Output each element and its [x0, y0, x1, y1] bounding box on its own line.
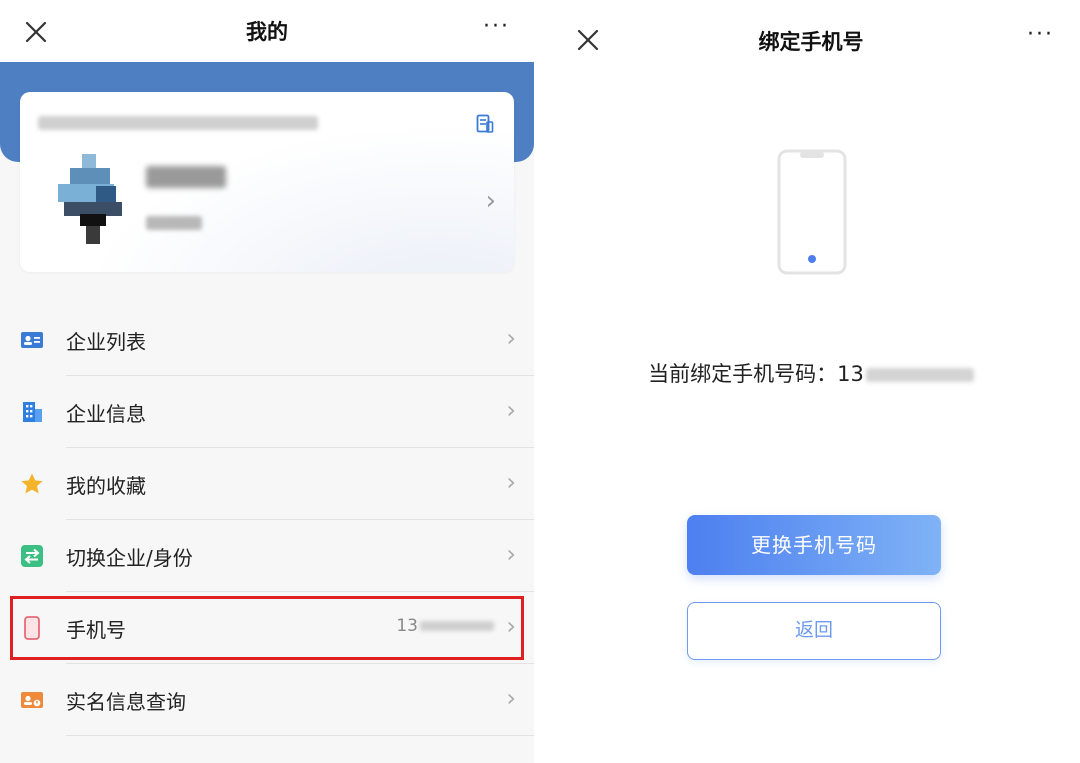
bind-phone-panel: 绑定手机号 ··· 当前绑定手机号码：13 更换手机号码 返回 [542, 0, 1080, 763]
current-phone-text: 当前绑定手机号码：13 [542, 358, 1080, 388]
chevron-right-icon: › [506, 396, 516, 424]
chevron-right-icon: › [506, 540, 516, 568]
star-icon [21, 473, 43, 494]
profile-card[interactable]: › [20, 92, 514, 272]
menu-item-favorites[interactable]: 我的收藏 › [0, 448, 534, 520]
redacted-phone-digits [865, 368, 974, 382]
document-icon[interactable] [476, 114, 494, 134]
back-button[interactable]: 返回 [687, 602, 941, 660]
current-phone-prefix: 13 [837, 362, 864, 386]
menu-item-label: 我的收藏 [66, 474, 146, 498]
chevron-right-icon: › [506, 684, 516, 712]
my-page-panel: 我的 ··· › 企业列表 › 企业信息 › 我的收藏 › 切换企业/身份 › … [0, 0, 534, 763]
building-icon [23, 402, 42, 422]
switch-icon [21, 545, 43, 567]
change-phone-button[interactable]: 更换手机号码 [687, 515, 941, 575]
current-phone-label: 当前绑定手机号码： [648, 362, 838, 386]
chevron-right-icon: › [485, 186, 496, 216]
my-page-topbar: 我的 ··· [0, 0, 534, 62]
menu-item-label: 企业信息 [66, 402, 146, 426]
more-menu-icon[interactable]: ··· [1027, 22, 1054, 47]
highlight-box [10, 596, 524, 660]
menu-item-label: 企业列表 [66, 330, 146, 354]
redacted-user-name [146, 166, 226, 188]
avatar [58, 154, 122, 244]
menu-item-company-list[interactable]: 企业列表 › [0, 304, 534, 376]
bind-phone-topbar: 绑定手机号 ··· [542, 0, 1080, 80]
id-card-icon [21, 692, 43, 708]
menu-item-switch-identity[interactable]: 切换企业/身份 › [0, 520, 534, 592]
page-title: 绑定手机号 [758, 30, 864, 54]
phone-illustration-icon [777, 149, 847, 275]
menu-item-real-name-query[interactable]: 实名信息查询 › [0, 664, 534, 736]
more-menu-icon[interactable]: ··· [483, 14, 510, 39]
page-title: 我的 [246, 20, 288, 44]
chevron-right-icon: › [506, 324, 516, 352]
contact-card-icon [21, 332, 43, 348]
redacted-company-name [38, 116, 318, 130]
menu-item-company-info[interactable]: 企业信息 › [0, 376, 534, 448]
menu-item-label: 切换企业/身份 [66, 546, 193, 570]
redacted-user-role [146, 216, 202, 230]
menu-item-label: 实名信息查询 [66, 690, 186, 714]
chevron-right-icon: › [506, 468, 516, 496]
settings-menu: 企业列表 › 企业信息 › 我的收藏 › 切换企业/身份 › 手机号 13 › … [0, 304, 534, 736]
divider [66, 735, 534, 736]
